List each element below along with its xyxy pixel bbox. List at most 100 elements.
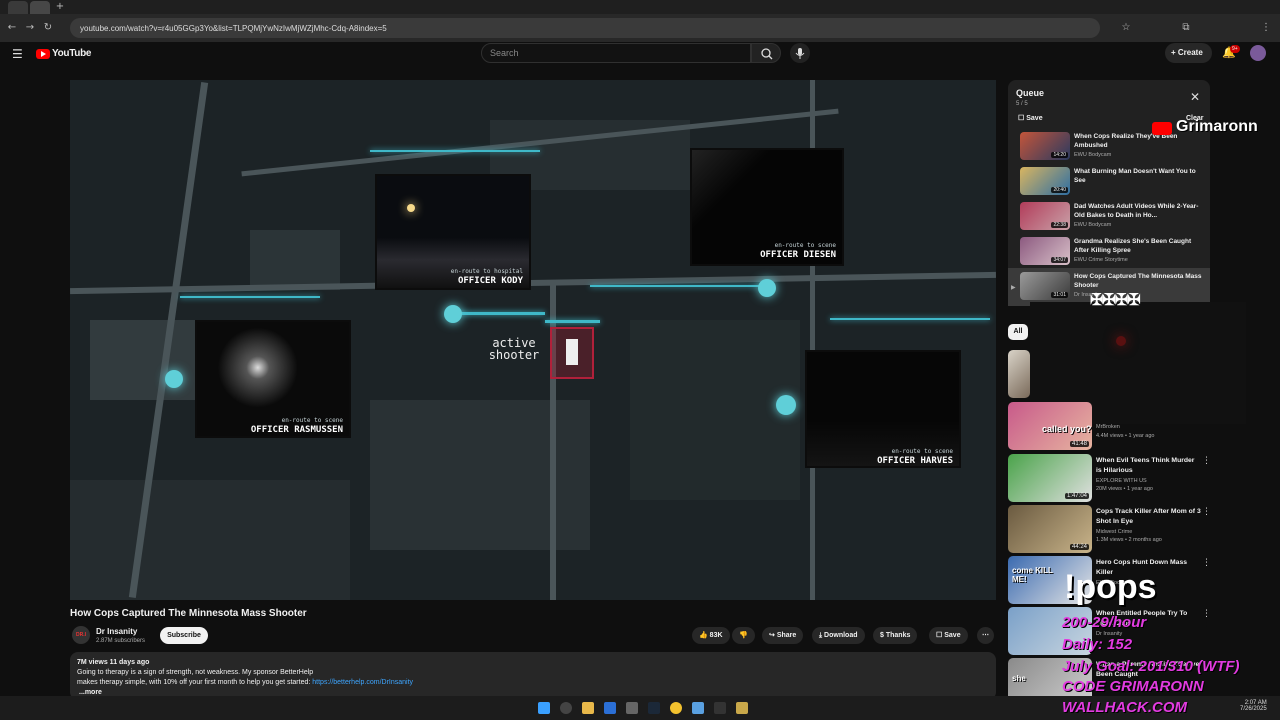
thanks-button[interactable]: $ Thanks	[873, 627, 918, 644]
related-channel: Midwest Crime	[1096, 529, 1133, 535]
related-duration: 1:47:04	[1064, 493, 1089, 499]
thumbnail-caption: come KILL ME!	[1012, 566, 1053, 584]
mail-icon[interactable]	[604, 702, 616, 714]
more-options-icon[interactable]: ⋮	[1202, 456, 1211, 466]
queue-item[interactable]: 20:40 What Burning Man Doesn't Want You …	[1020, 167, 1206, 199]
queue-duration: 22:38	[1051, 222, 1068, 228]
voice-search-button[interactable]	[790, 43, 810, 63]
app-icon[interactable]	[736, 702, 748, 714]
queue-save-button[interactable]: ☐ Save	[1018, 114, 1043, 122]
hamburger-menu-icon[interactable]: ☰	[12, 47, 23, 61]
overlay-line: CODE GRIMARONN	[1062, 678, 1204, 695]
url-field[interactable]: youtube.com/watch?v=r4u05GGp3Yo&list=TLP…	[70, 18, 1100, 38]
related-title: Cops Track Killer After Mom of 3 Shot In…	[1096, 508, 1201, 525]
thumbnail-caption: called you?	[1042, 424, 1092, 434]
queue-item-title: Grandma Realizes She's Been Caught After…	[1074, 238, 1192, 254]
queue-item-title: How Cops Captured The Minnesota Mass Sho…	[1074, 273, 1202, 289]
channel-avatar[interactable]: DR.I	[72, 626, 90, 644]
related-thumbnail: 1:47:04	[1008, 454, 1092, 502]
related-video[interactable]: 44:24 Cops Track Killer After Mom of 3 S…	[1008, 505, 1211, 553]
youtube-logo-icon[interactable]	[36, 49, 50, 59]
queue-title: Queue	[1016, 88, 1045, 98]
cam-subtitle: en-route to hospital	[450, 268, 523, 275]
save-icon: ☐	[936, 632, 945, 639]
search-button[interactable]	[751, 43, 781, 63]
search-icon[interactable]	[560, 702, 572, 714]
close-icon[interactable]: ✕	[1190, 90, 1200, 104]
more-options-icon[interactable]: ⋮	[1202, 558, 1211, 568]
search-input[interactable]: Search	[481, 43, 751, 63]
clock[interactable]: 2:07 AM 7/26/2025	[1240, 700, 1267, 712]
related-video[interactable]: called you? 41:48 MrBroken 4.4M views • …	[1008, 402, 1208, 450]
tab-youtube-active[interactable]	[30, 1, 50, 14]
reload-icon[interactable]: ↻	[42, 22, 54, 34]
windows-start-icon[interactable]	[538, 702, 550, 714]
chrome-icon[interactable]	[670, 702, 682, 714]
shooter-location-marker	[550, 327, 594, 379]
browser-menu-icon[interactable]: ⋮	[1260, 22, 1272, 34]
related-title: When Evil Teens Think Murder is Hilariou…	[1096, 457, 1195, 474]
share-icon: ↪	[769, 632, 777, 639]
tab-1[interactable]	[8, 1, 28, 14]
more-actions-button[interactable]: ⋯	[977, 627, 994, 644]
more-options-icon[interactable]: ⋮	[1202, 609, 1211, 619]
back-icon[interactable]: ←	[6, 22, 18, 34]
map-marker	[444, 305, 462, 323]
overlay-line: Daily: 152	[1062, 636, 1133, 653]
filter-chip-all[interactable]: All	[1008, 324, 1028, 340]
queue-item[interactable]: 14:20 When Cops Realize They've Been Amb…	[1020, 132, 1206, 164]
new-tab-icon[interactable]: +	[54, 1, 66, 13]
bodycam-inset-diesen: en-route to scene OFFICER DIESEN	[690, 148, 844, 266]
related-duration: 44:24	[1069, 544, 1089, 550]
steam-icon[interactable]	[648, 702, 660, 714]
bookmark-star-icon[interactable]: ☆	[1120, 22, 1132, 34]
subscribe-button[interactable]: Subscribe	[160, 627, 208, 644]
queue-item-channel: EWU Bodycam	[1074, 222, 1112, 228]
youtube-brand-icon	[1152, 122, 1172, 135]
queue-duration: 31:01	[1051, 292, 1068, 298]
sponsor-link[interactable]: https://betterhelp.com/DrInsanity	[312, 679, 413, 686]
browser-tab-bar: +	[0, 0, 1280, 14]
download-button[interactable]: ⤓ Download	[812, 627, 865, 644]
queue-duration: 14:20	[1051, 152, 1068, 158]
extensions-icon[interactable]: ⧉	[1180, 22, 1192, 34]
subscriber-count: 2.87M subscribers	[96, 638, 146, 644]
avatar[interactable]	[1250, 45, 1266, 61]
queue-save-label: Save	[1026, 115, 1043, 122]
dislike-button[interactable]: 👎	[732, 627, 755, 644]
more-options-icon[interactable]: ⋮	[1202, 507, 1211, 517]
video-player[interactable]: active shooter en-route to hospital OFFI…	[70, 80, 996, 600]
create-button[interactable]: + Create	[1165, 43, 1212, 63]
overlay-line: WALLHACK.COM	[1062, 699, 1187, 716]
youtube-header: ☰ YouTube Search + Create 🔔 9+	[0, 42, 1280, 72]
description-line: Going to therapy is a sign of strength, …	[77, 669, 314, 676]
share-button[interactable]: ↪ Share	[762, 627, 804, 644]
app-icon[interactable]	[626, 702, 638, 714]
queue-item[interactable]: 22:38 Dad Watches Adult Videos While 2-Y…	[1020, 202, 1206, 234]
thanks-label: Thanks	[885, 632, 911, 639]
cam-officer-label: OFFICER HARVES	[877, 456, 953, 466]
file-explorer-icon[interactable]	[582, 702, 594, 714]
app-icon[interactable]	[692, 702, 704, 714]
like-button[interactable]: 👍 83K	[692, 627, 730, 644]
related-meta: 1.3M views • 2 months ago	[1096, 537, 1162, 543]
app-icon[interactable]	[714, 702, 726, 714]
map-marker	[758, 279, 776, 297]
forward-icon[interactable]: →	[24, 22, 36, 34]
youtube-logo-text[interactable]: YouTube	[52, 48, 92, 59]
like-count: 83K	[709, 632, 723, 639]
description-box[interactable]: 7M views 11 days ago Going to therapy is…	[70, 652, 996, 700]
related-video[interactable]	[1008, 350, 1208, 398]
save-button[interactable]: ☐ Save	[929, 627, 968, 644]
cam-officer-label: OFFICER KODY	[457, 276, 523, 286]
search-icon	[761, 48, 773, 60]
bodycam-inset-harves: en-route to scene OFFICER HARVES	[805, 350, 961, 468]
channel-name[interactable]: Dr Insanity	[96, 627, 137, 636]
map-marker	[776, 395, 796, 415]
related-meta: 20M views • 1 year ago	[1096, 486, 1153, 492]
queue-item-channel: EWU Bodycam	[1074, 152, 1112, 158]
related-video[interactable]: 1:47:04 When Evil Teens Think Murder is …	[1008, 454, 1211, 502]
queue-item[interactable]: 34:07 Grandma Realizes She's Been Caught…	[1020, 237, 1206, 269]
thumbs-up-icon: 👍	[699, 632, 710, 639]
mic-icon	[795, 48, 805, 59]
